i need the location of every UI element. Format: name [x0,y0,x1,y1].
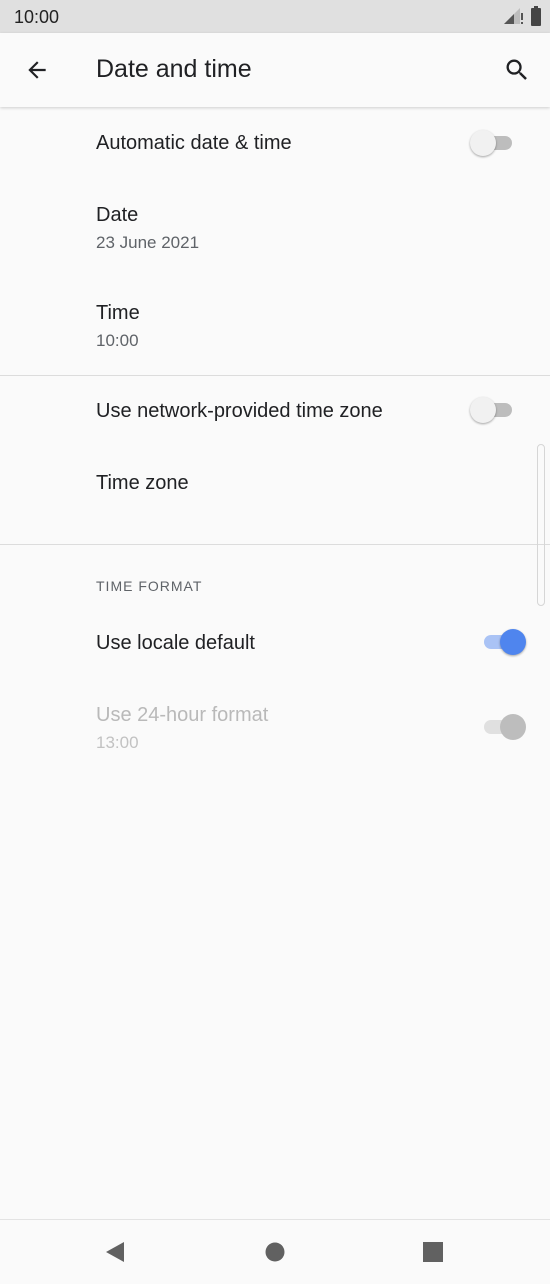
triangle-back-icon [106,1242,124,1262]
time-zone-label: Time zone [96,472,189,494]
arrow-back-icon [28,61,46,79]
toggle-thumb [470,130,496,156]
scrollbar[interactable] [537,444,545,606]
toggle-thumb [500,629,526,655]
use-24-hour-label: Use 24-hour format [96,704,269,726]
time-format-header: TIME FORMAT [96,578,203,594]
use-24-hour-row: Use 24-hour format 13:00 [0,680,550,776]
use-locale-default-label: Use locale default [96,632,255,654]
status-bar: 10:00 [0,0,550,33]
date-row[interactable]: Date 23 June 2021 [0,180,550,278]
time-zone-row[interactable]: Time zone [0,446,550,544]
navigation-bar [0,1219,550,1284]
status-icons [502,6,542,31]
time-row[interactable]: Time 10:00 [0,278,550,374]
back-button[interactable] [18,51,56,89]
time-value: 10:00 [96,331,139,350]
automatic-date-time-toggle[interactable] [470,129,516,157]
network-time-zone-row[interactable]: Use network-provided time zone [0,376,550,446]
use-24-hour-toggle [480,713,526,741]
circle-home-icon [265,1242,285,1262]
automatic-date-time-row[interactable]: Automatic date & time [0,108,550,180]
time-label: Time [96,302,140,324]
status-time: 10:00 [14,7,60,27]
network-time-zone-label: Use network-provided time zone [96,400,383,422]
signal-icon [502,7,524,30]
square-recents-icon [423,1242,443,1262]
toggle-thumb [470,397,496,423]
date-value: 23 June 2021 [96,233,200,252]
divider [0,544,550,545]
page-title: Date and time [96,55,252,83]
network-time-zone-toggle[interactable] [470,396,516,424]
toggle-thumb [500,714,526,740]
nav-recents-button[interactable] [418,1237,448,1267]
use-locale-default-row[interactable]: Use locale default [0,606,550,680]
app-bar: Date and time [0,33,550,107]
nav-back-button[interactable] [100,1237,130,1267]
search-button[interactable] [498,51,536,89]
search-icon [506,59,527,80]
automatic-date-time-label: Automatic date & time [96,132,292,154]
use-24-hour-example: 13:00 [96,733,139,752]
nav-home-button[interactable] [260,1237,290,1267]
date-label: Date [96,204,139,226]
use-locale-default-toggle[interactable] [480,628,526,656]
battery-icon [530,6,542,31]
